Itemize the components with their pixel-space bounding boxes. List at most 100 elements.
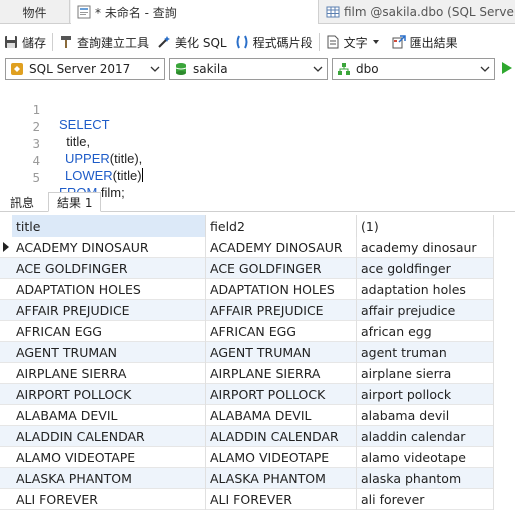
editor-line: 3 UPPER(title),: [0, 121, 515, 166]
chevron-down-icon: [480, 66, 490, 72]
column-header-field2[interactable]: field2: [206, 215, 357, 237]
tab-result-1-label: 結果 1: [57, 195, 93, 210]
table-row[interactable]: AIRPLANE SIERRA AIRPLANE SIERRA airplane s…: [0, 363, 494, 384]
run-icon[interactable]: [501, 61, 513, 75]
table-row[interactable]: ADAPTATION HOLES ADAPTATION HOLES adaptati…: [0, 279, 494, 300]
code-snippet-label: 程式碼片段: [252, 35, 313, 50]
table-icon: [326, 6, 340, 18]
table-cell[interactable]: AIRPORT POLLOCK: [12, 384, 206, 405]
table-cell[interactable]: african egg: [357, 321, 494, 342]
table-cell[interactable]: aladdin calendar: [357, 426, 494, 447]
tab-film-table[interactable]: film @sakila.dbo (SQL Server 2017: [322, 0, 515, 24]
table-cell[interactable]: ali forever: [357, 489, 494, 510]
database-icon: [175, 63, 187, 75]
magic-wand-icon: [158, 36, 171, 48]
table-row[interactable]: ALAMO VIDEOTAPE ALAMO VIDEOTAPE alamo vide…: [0, 447, 494, 468]
table-cell[interactable]: academy dinosaur: [357, 237, 494, 258]
current-row-marker-icon: [3, 242, 9, 252]
export-icon: [392, 35, 406, 49]
toolbar: 儲存 查詢建立工具 美化 SQL 程式碼片段 文字 匯出結果: [0, 29, 515, 55]
table-cell[interactable]: affair prejudice: [357, 300, 494, 321]
table-row[interactable]: ACE GOLDFINGER ACE GOLDFINGER ace goldfing…: [0, 258, 494, 279]
table-cell[interactable]: ADAPTATION HOLES: [206, 279, 357, 300]
table-cell[interactable]: ALADDIN CALENDAR: [12, 426, 206, 447]
table-row[interactable]: AFRICAN EGG AFRICAN EGG african egg: [0, 321, 494, 342]
table-cell[interactable]: AFRICAN EGG: [206, 321, 357, 342]
table-row[interactable]: AFFAIR PREJUDICE AFFAIR PREJUDICE affair p…: [0, 300, 494, 321]
tab-messages-label: 訊息: [10, 195, 35, 210]
tab-untitled-query-label: * 未命名 - 查詢: [95, 5, 177, 20]
tab-untitled-query[interactable]: * 未命名 - 查詢: [71, 0, 319, 24]
table-cell[interactable]: AFFAIR PREJUDICE: [12, 300, 206, 321]
table-cell[interactable]: AIRPLANE SIERRA: [12, 363, 206, 384]
table-cell[interactable]: alabama devil: [357, 405, 494, 426]
beautify-sql-button[interactable]: 美化 SQL: [153, 30, 231, 54]
table-row[interactable]: ALADDIN CALENDAR ALADDIN CALENDAR aladdin …: [0, 426, 494, 447]
save-button[interactable]: 儲存: [0, 30, 50, 54]
table-cell[interactable]: ADAPTATION HOLES: [12, 279, 206, 300]
tab-film-table-label: film @sakila.dbo (SQL Server 2017: [344, 5, 515, 19]
column-header-1[interactable]: (1): [357, 215, 494, 237]
table-row[interactable]: ALABAMA DEVIL ALABAMA DEVIL alabama devil: [0, 405, 494, 426]
hammer-icon: [61, 36, 72, 48]
table-cell[interactable]: ACADEMY DINOSAUR: [12, 237, 206, 258]
table-cell[interactable]: ALABAMA DEVIL: [206, 405, 357, 426]
schema-select[interactable]: dbo: [332, 58, 495, 80]
table-cell[interactable]: alaska phantom: [357, 468, 494, 489]
chevron-down-icon: [150, 66, 160, 72]
table-cell[interactable]: agent truman: [357, 342, 494, 363]
table-cell[interactable]: ACE GOLDFINGER: [12, 258, 206, 279]
column-header-title[interactable]: title: [12, 215, 206, 237]
table-cell[interactable]: airport pollock: [357, 384, 494, 405]
tab-bar: 物件 * 未命名 - 查詢 film @sakila.dbo (SQL Serv…: [0, 0, 515, 24]
save-icon: [5, 36, 17, 48]
table-cell[interactable]: ALABAMA DEVIL: [12, 405, 206, 426]
query-builder-label: 查詢建立工具: [77, 35, 150, 50]
table-row[interactable]: AIRPORT POLLOCK AIRPORT POLLOCK airport po…: [0, 384, 494, 405]
table-cell[interactable]: ACE GOLDFINGER: [206, 258, 357, 279]
table-cell[interactable]: ALASKA PHANTOM: [12, 468, 206, 489]
query-builder-button[interactable]: 查詢建立工具: [55, 30, 153, 54]
export-results-button[interactable]: 匯出結果: [388, 30, 462, 54]
editor-line: 5 FROM film;: [0, 155, 515, 200]
table-cell[interactable]: AIRPLANE SIERRA: [206, 363, 357, 384]
table-cell[interactable]: ace goldfinger: [357, 258, 494, 279]
tab-messages[interactable]: 訊息: [2, 192, 42, 212]
table-cell[interactable]: airplane sierra: [357, 363, 494, 384]
table-cell[interactable]: ALAMO VIDEOTAPE: [206, 447, 357, 468]
tab-result-1[interactable]: 結果 1: [48, 192, 102, 212]
connection-bar: SQL Server 2017 sakila dbo: [0, 58, 515, 82]
text-output-button[interactable]: 文字: [322, 30, 388, 54]
code-snippet-button[interactable]: 程式碼片段: [231, 30, 317, 54]
table-cell[interactable]: AFRICAN EGG: [12, 321, 206, 342]
beautify-sql-label: 美化 SQL: [175, 35, 227, 50]
table-cell[interactable]: AFFAIR PREJUDICE: [206, 300, 357, 321]
table-row[interactable]: ACADEMY DINOSAUR ACADEMY DINOSAUR academy …: [0, 237, 494, 258]
table-row[interactable]: ALI FOREVER ALI FOREVER ali forever: [0, 489, 494, 510]
document-icon: [327, 35, 339, 49]
result-tabs: 訊息 結果 1: [0, 188, 515, 212]
table-row[interactable]: ALASKA PHANTOM ALASKA PHANTOM alaska phant…: [0, 468, 494, 489]
save-button-label: 儲存: [22, 35, 47, 50]
table-cell[interactable]: alamo videotape: [357, 447, 494, 468]
table-cell[interactable]: AGENT TRUMAN: [206, 342, 357, 363]
text-output-label: 文字: [343, 35, 368, 50]
table-cell[interactable]: ALASKA PHANTOM: [206, 468, 357, 489]
chevron-down-icon: [313, 66, 323, 72]
editor-line: 2 title,: [0, 104, 515, 149]
database-select[interactable]: sakila: [169, 58, 328, 80]
table-cell[interactable]: ALADDIN CALENDAR: [206, 426, 357, 447]
table-cell[interactable]: ACADEMY DINOSAUR: [206, 237, 357, 258]
table-cell[interactable]: ALAMO VIDEOTAPE: [12, 447, 206, 468]
table-cell[interactable]: ALI FOREVER: [206, 489, 357, 510]
sql-editor[interactable]: 1 SELECT 2 title, 3 UPPER(title), 4 LOWE…: [0, 84, 515, 200]
server-select-value: SQL Server 2017: [29, 62, 131, 76]
table-cell[interactable]: AIRPORT POLLOCK: [206, 384, 357, 405]
table-cell[interactable]: adaptation holes: [357, 279, 494, 300]
tab-objects[interactable]: 物件: [0, 0, 70, 24]
tab-objects-label: 物件: [22, 5, 47, 20]
server-select[interactable]: SQL Server 2017: [5, 58, 165, 80]
table-cell[interactable]: ALI FOREVER: [12, 489, 206, 510]
table-row[interactable]: AGENT TRUMAN AGENT TRUMAN agent truman: [0, 342, 494, 363]
table-cell[interactable]: AGENT TRUMAN: [12, 342, 206, 363]
